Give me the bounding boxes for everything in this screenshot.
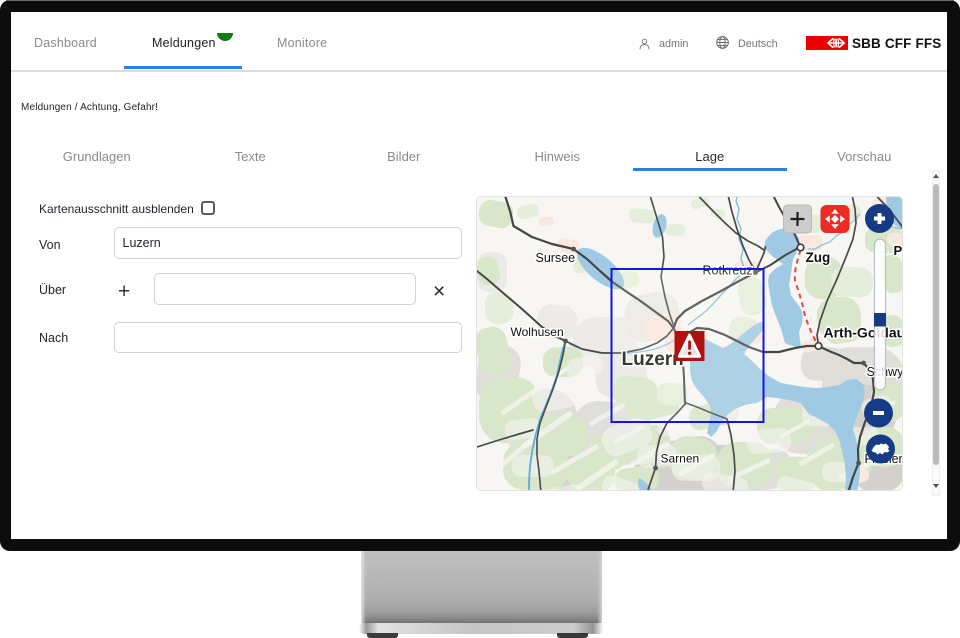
svg-text:Sursee: Sursee	[536, 251, 576, 265]
svg-text:Sarnen: Sarnen	[661, 452, 700, 466]
svg-text:Wolhusen: Wolhusen	[511, 325, 564, 339]
svg-text:Arth-Goldau: Arth-Goldau	[824, 325, 904, 341]
svg-text:Pf: Pf	[894, 243, 904, 258]
svg-text:Zug: Zug	[806, 250, 831, 265]
